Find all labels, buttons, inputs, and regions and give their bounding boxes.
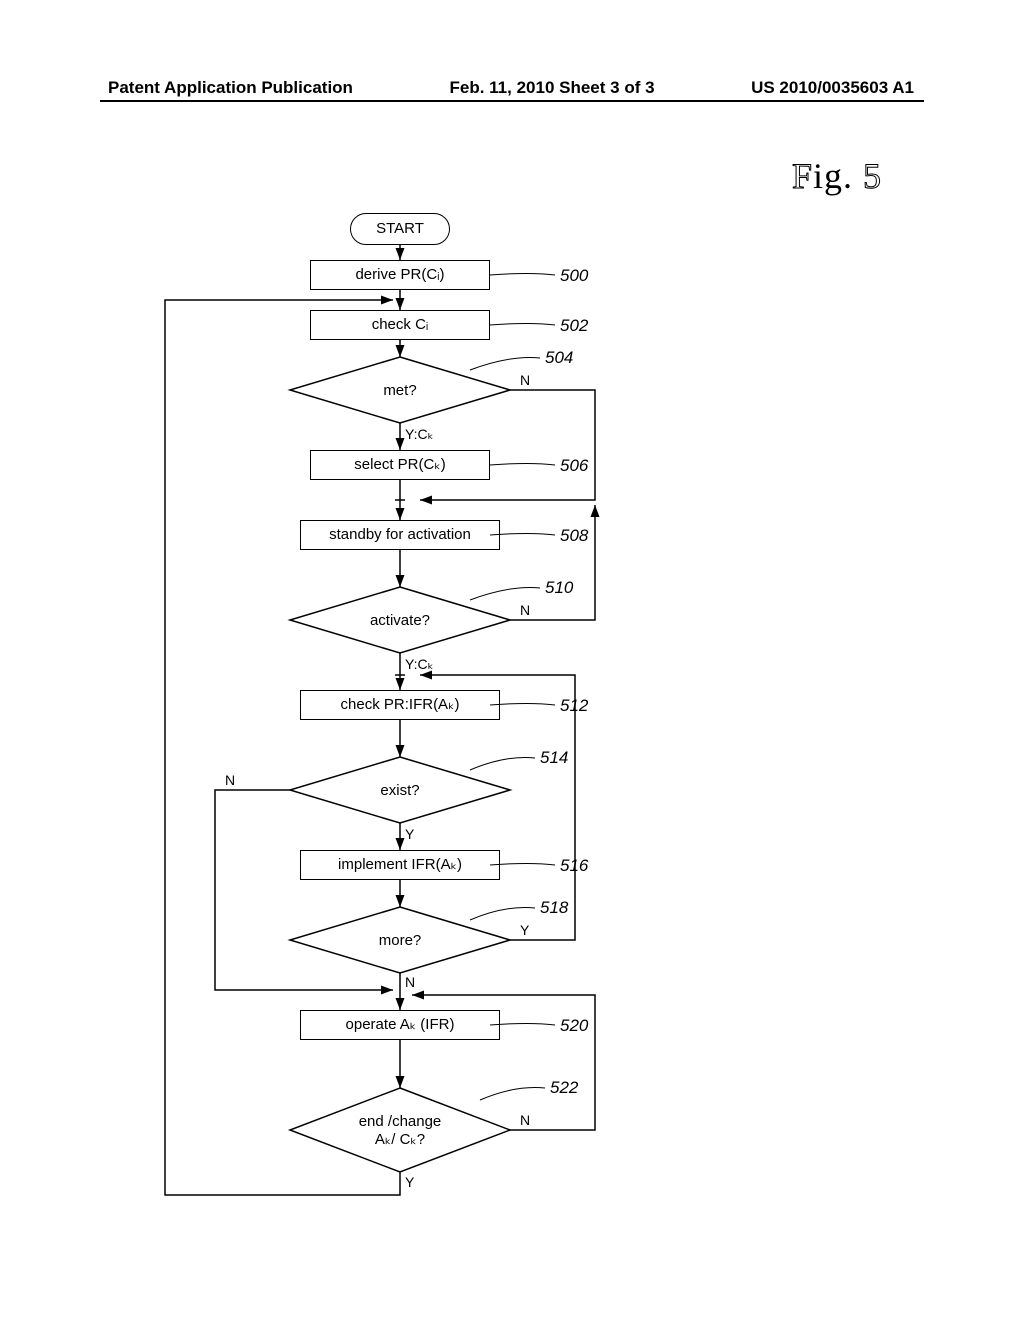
- flowchart-canvas: START derive PR(Cᵢ) check Cᵢ met? select…: [0, 0, 1024, 1320]
- label-518-n: N: [405, 974, 415, 990]
- ref-502: 502: [560, 316, 588, 336]
- flow-520: operate Aₖ (IFR): [300, 1010, 500, 1040]
- label-504-y: Y:Cₖ: [405, 426, 434, 443]
- ref-510: 510: [545, 578, 573, 598]
- ref-508: 508: [560, 526, 588, 546]
- flowchart-lines: [0, 0, 1024, 1320]
- ref-518: 518: [540, 898, 568, 918]
- label-522-n: N: [520, 1112, 530, 1128]
- flow-518: more?: [350, 931, 450, 951]
- flow-522: end /change Aₖ/ Cₖ?: [340, 1113, 460, 1149]
- ref-512: 512: [560, 696, 588, 716]
- ref-504: 504: [545, 348, 573, 368]
- label-510-y: Y:Cₖ: [405, 656, 434, 673]
- flow-506: select PR(Cₖ): [310, 450, 490, 480]
- label-514-y: Y: [405, 826, 414, 842]
- flow-500: derive PR(Cᵢ): [310, 260, 490, 290]
- flow-510: activate?: [350, 611, 450, 631]
- ref-522: 522: [550, 1078, 578, 1098]
- ref-520: 520: [560, 1016, 588, 1036]
- flow-start: START: [350, 213, 450, 245]
- label-518-y: Y: [520, 922, 529, 938]
- flow-514: exist?: [350, 781, 450, 801]
- label-514-n: N: [225, 772, 235, 788]
- label-510-n: N: [520, 602, 530, 618]
- flow-516: implement IFR(Aₖ): [300, 850, 500, 880]
- flow-504: met?: [350, 381, 450, 401]
- flow-508: standby for activation: [300, 520, 500, 550]
- ref-506: 506: [560, 456, 588, 476]
- ref-514: 514: [540, 748, 568, 768]
- flow-512: check PR:IFR(Aₖ): [300, 690, 500, 720]
- label-504-n: N: [520, 372, 530, 388]
- ref-500: 500: [560, 266, 588, 286]
- ref-516: 516: [560, 856, 588, 876]
- label-522-y: Y: [405, 1174, 414, 1190]
- flow-502: check Cᵢ: [310, 310, 490, 340]
